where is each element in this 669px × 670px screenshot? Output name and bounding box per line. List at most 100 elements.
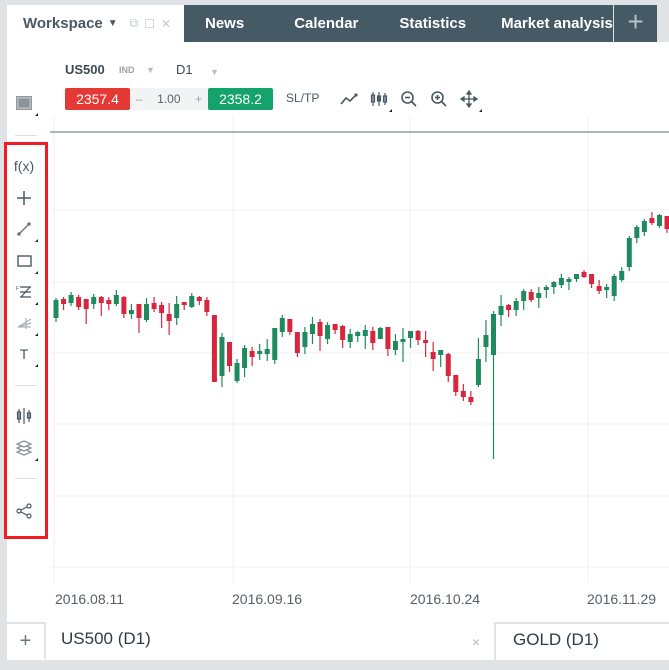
zoom-out-button[interactable] [398, 88, 420, 110]
rectangle-button[interactable] [12, 250, 38, 274]
text-tool-button[interactable]: T [12, 343, 38, 367]
candle-body [211, 315, 217, 382]
sltp-button[interactable]: SL/TP [286, 91, 319, 105]
layers-button[interactable] [12, 437, 38, 461]
candle-bearish [664, 216, 669, 233]
indicators-button[interactable]: f(x) [12, 155, 36, 177]
candle-body [656, 215, 662, 226]
timeframe-dropdown-icon[interactable]: ▼ [210, 67, 219, 77]
close-tab-icon[interactable]: × [472, 634, 480, 650]
candle-bullish [641, 219, 647, 236]
candle-body [483, 335, 489, 347]
candle-bullish [68, 292, 74, 306]
candle-body [453, 375, 459, 392]
nav-calendar[interactable]: Calendar [265, 15, 379, 32]
pitchfork-icon [17, 318, 31, 329]
candle-bullish [475, 338, 481, 387]
candle-bullish [392, 334, 398, 355]
crosshair-icon [17, 191, 31, 205]
candle-bullish [257, 344, 263, 360]
candle-bullish [377, 327, 383, 339]
candle-body [611, 276, 617, 296]
chart-tab-us500[interactable]: US500 (D1) [61, 629, 151, 649]
share-button[interactable] [12, 500, 36, 522]
sell-button[interactable]: 2357.4 [65, 88, 130, 110]
crosshair-button[interactable] [12, 187, 36, 209]
candle-bearish [445, 353, 451, 382]
candle-body [189, 296, 195, 307]
price-chart[interactable] [50, 115, 669, 583]
candle-bearish [61, 297, 67, 310]
candle-bullish [558, 274, 564, 288]
candle-body [415, 331, 421, 340]
candle-bullish [521, 289, 527, 310]
candle-body [641, 221, 647, 232]
instrument-dropdown-icon[interactable]: ▼ [146, 65, 155, 75]
chart-tab-gold[interactable]: GOLD (D1) [494, 622, 669, 660]
candle-bullish [302, 327, 308, 354]
nav-market-analysis[interactable]: Market analysis [487, 15, 634, 32]
candle-bullish [355, 331, 361, 342]
chart-type-button[interactable] [368, 88, 392, 112]
increase-volume-button[interactable]: + [195, 92, 202, 106]
workspace-tab[interactable]: Workspace ▼ ⧉ ☐ ✕ [7, 5, 184, 42]
chart-tab-gold-label: GOLD (D1) [513, 630, 599, 649]
layout-button[interactable] [12, 92, 38, 116]
instrument-symbol[interactable]: US500 [65, 62, 105, 77]
candle-bullish [604, 284, 610, 298]
candle-body [144, 304, 150, 320]
chart-style-button[interactable] [12, 405, 36, 427]
pitchfork-button[interactable] [12, 312, 38, 336]
fibonacci-button[interactable]: F [12, 281, 38, 305]
candle-bearish [506, 304, 512, 317]
candle-bullish [242, 345, 248, 377]
candles [53, 212, 669, 459]
volume-stepper[interactable]: – 1.00 + [130, 88, 208, 110]
candle-bullish [408, 331, 414, 348]
popout-icon[interactable]: ⧉ [130, 16, 139, 31]
nav-news[interactable]: News [184, 15, 265, 32]
move-button[interactable] [458, 88, 482, 112]
workspace-dropdown-icon[interactable]: ▼ [108, 18, 118, 29]
timeframe-select[interactable]: D1 [176, 62, 193, 77]
add-tab-button[interactable]: + [614, 5, 657, 42]
candle-body [566, 279, 572, 282]
buy-button[interactable]: 2358.2 [208, 88, 273, 110]
nav-statistics[interactable]: Statistics [379, 15, 487, 32]
candle-body [551, 282, 557, 287]
candle-body [317, 322, 323, 336]
text-tool-icon: T [19, 346, 29, 362]
candle-body [106, 300, 112, 304]
candle-bullish [189, 293, 195, 308]
close-icon[interactable]: ✕ [161, 17, 171, 31]
volume-value[interactable]: 1.00 [157, 92, 180, 106]
candle-body [249, 351, 255, 357]
candle-bearish [249, 347, 255, 366]
candle-body [619, 271, 625, 280]
add-chart-button[interactable]: + [7, 622, 46, 659]
candle-body [581, 272, 587, 277]
submenu-indicator [35, 113, 38, 116]
trendline-button[interactable] [12, 218, 38, 242]
zoom-out-icon [401, 91, 417, 107]
fibonacci-icon: F [16, 286, 31, 298]
maximize-icon[interactable]: ☐ [144, 17, 155, 31]
candle-bearish [121, 296, 127, 318]
candle-body [355, 332, 361, 336]
candle-bullish [483, 320, 489, 362]
candle-body [498, 306, 504, 315]
zoom-in-button[interactable] [428, 88, 450, 110]
decrease-volume-button[interactable]: – [136, 92, 143, 106]
candle-body [385, 327, 391, 349]
chart-type-icon [16, 408, 32, 424]
candlestick-chart-icon [370, 92, 388, 106]
candle-bullish [144, 298, 150, 322]
candle-body [242, 348, 248, 368]
share-icon [16, 503, 32, 519]
workspace-title[interactable]: Workspace [23, 15, 103, 32]
line-chart-button[interactable] [338, 88, 360, 110]
candle-bearish [385, 327, 391, 356]
candle-bullish [491, 311, 497, 459]
candle-body [573, 274, 579, 279]
candle-body [347, 334, 353, 342]
